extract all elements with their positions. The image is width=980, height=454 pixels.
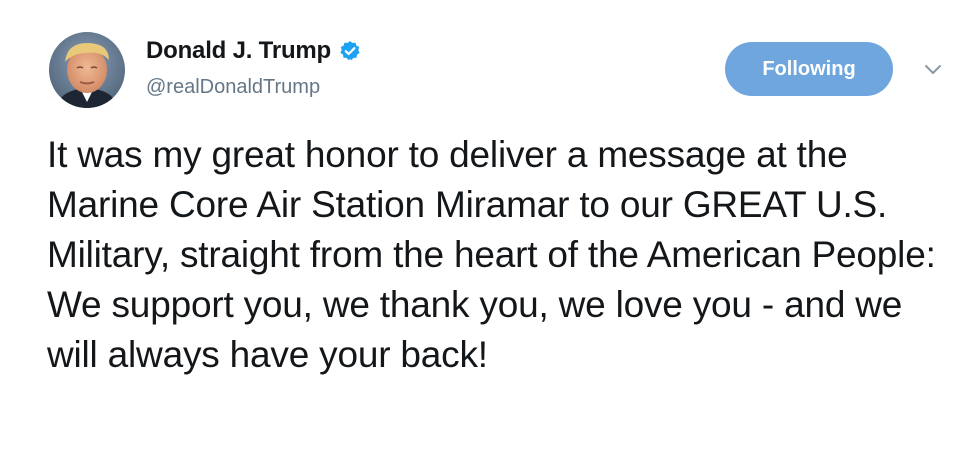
name-row: Donald J. Trump bbox=[146, 37, 361, 65]
tweet-card: Donald J. Trump @realDonaldTrump Followi… bbox=[0, 0, 980, 454]
display-name[interactable]: Donald J. Trump bbox=[146, 37, 331, 65]
avatar-image bbox=[49, 32, 125, 108]
tweet-text: It was my great honor to deliver a messa… bbox=[47, 134, 936, 375]
avatar[interactable] bbox=[49, 32, 125, 108]
following-button[interactable]: Following bbox=[725, 42, 893, 96]
verified-badge-icon bbox=[339, 40, 361, 62]
chevron-down-icon[interactable] bbox=[922, 62, 944, 78]
user-handle[interactable]: @realDonaldTrump bbox=[146, 76, 320, 99]
